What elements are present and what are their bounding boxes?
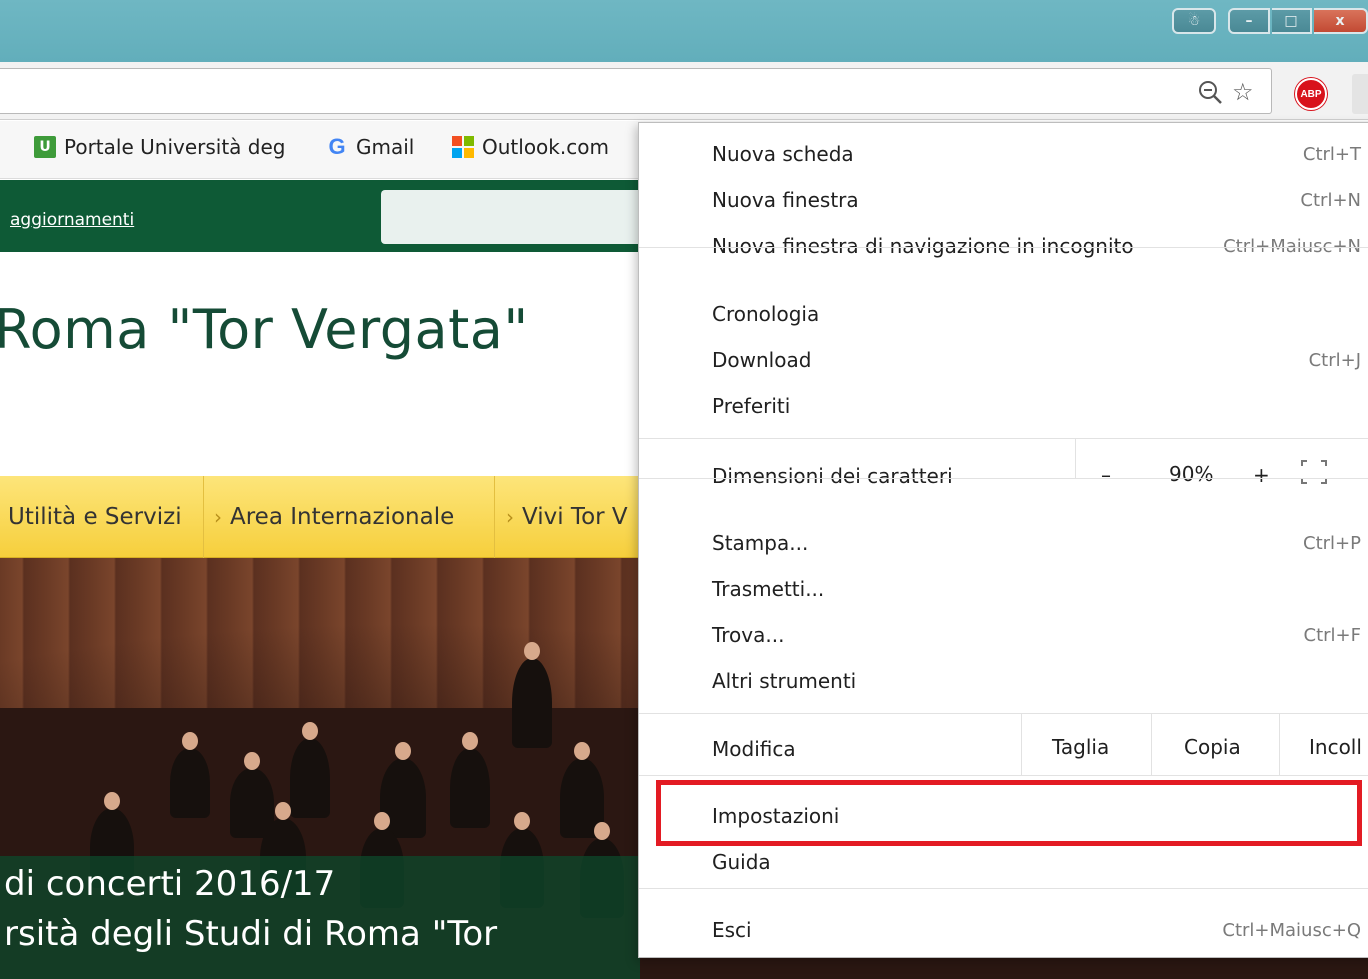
maximize-icon: □ xyxy=(1284,13,1298,29)
menu-divider xyxy=(1279,713,1280,775)
menu-item-label: Trasmetti... xyxy=(712,577,825,601)
university-icon: U xyxy=(34,136,56,158)
menu-item-label: Download xyxy=(712,348,812,372)
user-icon: ☃ xyxy=(1187,13,1201,29)
bookmark-label: Portale Università deg xyxy=(64,135,286,159)
nav-item-servizi[interactable]: Utilità e Servizi xyxy=(8,476,182,558)
menu-item-label: Trova... xyxy=(712,623,785,647)
menu-item-label: Dimensioni dei caratteri xyxy=(712,464,953,488)
menu-item-print[interactable]: Stampa... Ctrl+P xyxy=(639,520,1368,566)
menu-separator xyxy=(639,775,1368,776)
menu-item-shortcut: Ctrl+F xyxy=(1303,624,1361,646)
star-icon[interactable]: ☆ xyxy=(1232,80,1254,104)
site-title: Roma "Tor Vergata" xyxy=(0,298,529,361)
menu-item-more-tools[interactable]: Altri strumenti xyxy=(639,658,1368,704)
minimize-button[interactable]: – xyxy=(1228,8,1270,34)
window-controls: ☃ – □ x xyxy=(1172,8,1368,34)
nav-label: Area Internazionale xyxy=(230,504,455,530)
menu-item-shortcut: Ctrl+T xyxy=(1302,143,1361,165)
zoom-level: 90% xyxy=(1169,462,1214,486)
menu-item-label: Preferiti xyxy=(712,394,791,418)
menu-button[interactable] xyxy=(1352,74,1368,114)
bookmark-label: Outlook.com xyxy=(482,135,609,159)
musician xyxy=(450,732,490,828)
menu-separator xyxy=(639,247,1368,248)
menu-item-cast[interactable]: Trasmetti... xyxy=(639,566,1368,612)
menu-item-incognito[interactable]: Nuova finestra di navigazione in incogni… xyxy=(639,223,1368,269)
chevron-right-icon: › xyxy=(506,505,514,529)
bookmark-label: Gmail xyxy=(356,135,415,159)
nav-divider xyxy=(203,476,204,558)
caption-line-2: rsità degli Studi di Roma "Tor xyxy=(4,914,498,954)
menu-item-label: Nuova scheda xyxy=(712,142,854,166)
menu-item-label: Stampa... xyxy=(712,531,809,555)
menu-item-label: Modifica xyxy=(712,737,796,761)
menu-item-label: Altri strumenti xyxy=(712,669,857,693)
nav-item-internazionale[interactable]: › Area Internazionale xyxy=(214,476,454,558)
menu-item-shortcut: Ctrl+Maiusc+N xyxy=(1223,235,1361,257)
zoom-in-button[interactable]: + xyxy=(1253,463,1270,487)
nav-item-vivi[interactable]: › Vivi Tor V xyxy=(506,476,628,558)
menu-item-new-window[interactable]: Nuova finestra Ctrl+N xyxy=(639,177,1368,223)
musician xyxy=(512,642,552,748)
menu-item-label: Guida xyxy=(712,850,771,874)
menu-item-exit[interactable]: Esci Ctrl+Maiusc+Q xyxy=(639,907,1368,953)
menu-item-label: Cronologia xyxy=(712,302,820,326)
bookmark-outlook[interactable]: Outlook.com xyxy=(452,135,609,159)
musician xyxy=(290,722,330,818)
menu-item-label: Esci xyxy=(712,918,752,942)
bookmark-portale[interactable]: U Portale Università deg xyxy=(34,135,285,159)
menu-item-find[interactable]: Trova... Ctrl+F xyxy=(639,612,1368,658)
menu-item-shortcut: Ctrl+Maiusc+Q xyxy=(1222,919,1361,941)
minimize-icon: – xyxy=(1245,13,1253,29)
menu-item-bookmarks[interactable]: Preferiti xyxy=(639,383,1368,429)
menu-item-downloads[interactable]: Download Ctrl+J xyxy=(639,337,1368,383)
menu-item-history[interactable]: Cronologia xyxy=(639,291,1368,337)
menu-divider xyxy=(1075,438,1076,478)
menu-separator xyxy=(639,888,1368,889)
menu-separator xyxy=(639,438,1368,439)
menu-item-edit: Modifica xyxy=(639,726,1368,772)
nav-label: Vivi Tor V xyxy=(522,504,628,530)
caption-line-1: di concerti 2016/17 xyxy=(4,864,336,904)
menu-item-shortcut: Ctrl+N xyxy=(1300,189,1361,211)
fullscreen-icon[interactable] xyxy=(1301,460,1327,484)
paste-button[interactable]: Incoll xyxy=(1309,735,1362,759)
menu-item-new-tab[interactable]: Nuova scheda Ctrl+T xyxy=(639,131,1368,177)
bookmark-gmail[interactable]: G Gmail xyxy=(326,134,415,159)
menu-divider xyxy=(1151,713,1152,775)
profile-button[interactable]: ☃ xyxy=(1172,8,1216,34)
updates-link[interactable]: aggiornamenti xyxy=(10,210,134,230)
chevron-right-icon: › xyxy=(214,505,222,529)
address-bar[interactable] xyxy=(0,68,1272,114)
nav-divider xyxy=(494,476,495,558)
nav-label: Utilità e Servizi xyxy=(8,504,182,530)
copy-button[interactable]: Copia xyxy=(1184,735,1241,759)
menu-separator xyxy=(639,478,1368,479)
adblock-icon[interactable]: ABP xyxy=(1295,78,1327,110)
google-icon: G xyxy=(328,134,346,159)
musician xyxy=(170,732,210,818)
menu-separator xyxy=(639,713,1368,714)
close-icon: x xyxy=(1335,13,1345,29)
menu-divider xyxy=(1021,713,1022,775)
zoom-out-button[interactable]: – xyxy=(1101,463,1111,487)
maximize-button[interactable]: □ xyxy=(1272,8,1312,34)
menu-item-shortcut: Ctrl+P xyxy=(1303,532,1361,554)
window-titlebar: ☃ – □ x xyxy=(0,0,1368,62)
settings-highlight-box xyxy=(656,780,1362,846)
menu-item-label: Nuova finestra di navigazione in incogni… xyxy=(712,234,1134,258)
hero-caption[interactable]: di concerti 2016/17 rsità degli Studi di… xyxy=(0,856,640,979)
cut-button[interactable]: Taglia xyxy=(1052,735,1109,759)
close-button[interactable]: x xyxy=(1314,8,1368,34)
magnifier-minus-icon[interactable] xyxy=(1198,80,1224,106)
site-search-input[interactable] xyxy=(381,190,651,244)
microsoft-icon xyxy=(452,136,474,158)
menu-item-label: Nuova finestra xyxy=(712,188,859,212)
browser-toolbar xyxy=(0,62,1368,120)
menu-item-shortcut: Ctrl+J xyxy=(1308,349,1361,371)
